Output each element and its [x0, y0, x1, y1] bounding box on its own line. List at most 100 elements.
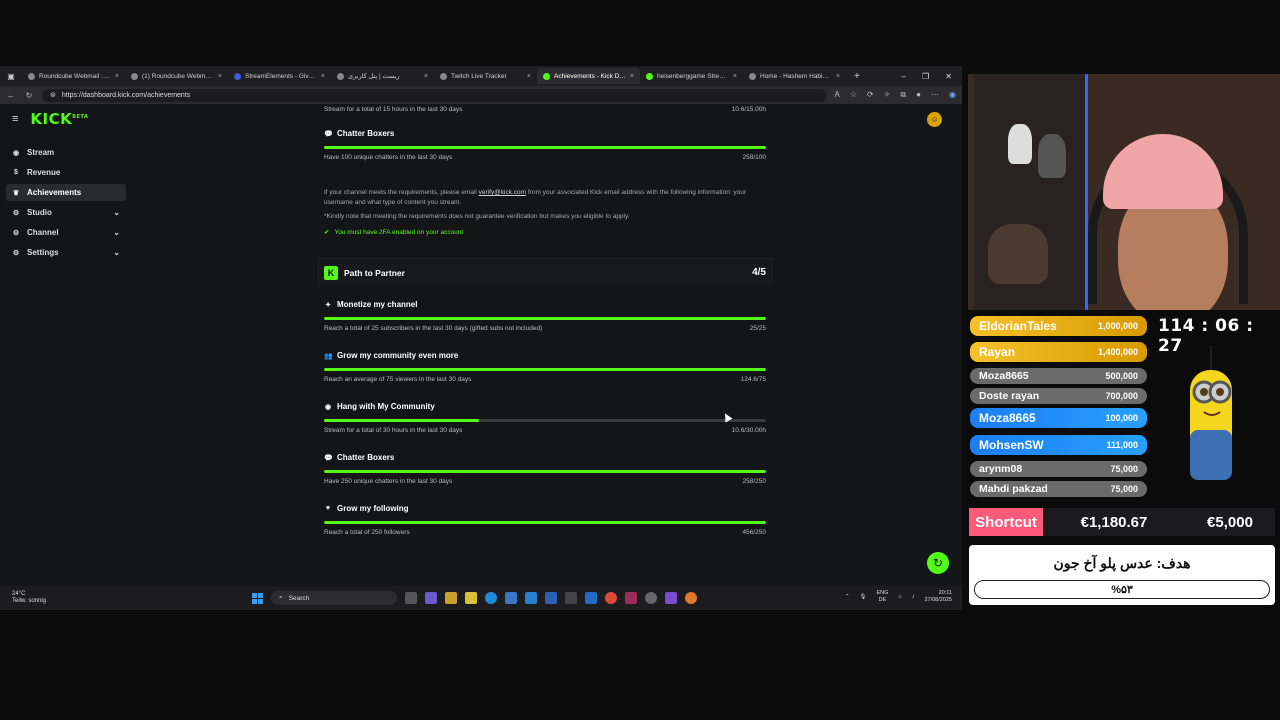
- progress-bar: [324, 470, 766, 473]
- copilot-icon[interactable]: ◉: [949, 90, 956, 100]
- tab-title: Roundcube Webmail :: Inbo: [39, 72, 111, 80]
- browser-tab[interactable]: (1) Roundcube Webmail :: I ×: [125, 68, 228, 84]
- favorites-icon[interactable]: ✧: [884, 90, 891, 100]
- obs-icon[interactable]: [645, 592, 657, 604]
- close-tab-icon[interactable]: ×: [630, 73, 634, 80]
- progress-fill: [324, 470, 766, 473]
- app-icon[interactable]: [505, 592, 517, 604]
- browser-window: ▣ Roundcube Webmail :: Inbo×(1) Roundcub…: [0, 66, 962, 586]
- terminal-icon[interactable]: [565, 592, 577, 604]
- collections-icon[interactable]: ⧉: [900, 90, 906, 100]
- teams-icon[interactable]: [425, 592, 437, 604]
- maximize-icon[interactable]: ❐: [922, 72, 929, 81]
- new-tab-button[interactable]: +: [846, 71, 868, 82]
- chevron-down-icon[interactable]: ⌄: [113, 248, 120, 257]
- url-text: https://dashboard.kick.com/achievements: [61, 91, 191, 99]
- donor-name: Doste rayan: [979, 390, 1040, 402]
- browser-tab[interactable]: heisenberggame Stream - Y ×: [640, 68, 743, 84]
- mic-icon[interactable]: 🎙: [859, 594, 866, 601]
- read-aloud-icon[interactable]: A: [835, 90, 840, 100]
- extensions-icon[interactable]: ⟳: [867, 90, 874, 100]
- browser-tab[interactable]: Roundcube Webmail :: Inbo ×: [22, 68, 125, 84]
- favorite-star-icon[interactable]: ☆: [850, 90, 857, 100]
- achievement-progress: 10.6/15.00h: [731, 106, 766, 113]
- weather-widget[interactable]: 24°C Teilw. sonnig: [0, 591, 46, 605]
- partner-achievement: ◉ Hang with My Community Stream for a tota…: [317, 402, 773, 434]
- user-avatar[interactable]: ☺: [927, 112, 942, 127]
- chevron-down-icon[interactable]: ⌄: [113, 208, 120, 217]
- browser-tab[interactable]: Home - Hashem Habibian ×: [743, 68, 846, 84]
- browser-tab[interactable]: ریست | پنل کاربری ×: [331, 68, 434, 84]
- close-window-icon[interactable]: ✕: [945, 72, 952, 81]
- back-icon[interactable]: ←: [6, 91, 16, 100]
- file-explorer-icon[interactable]: [445, 592, 457, 604]
- check-icon: ✔: [324, 229, 330, 236]
- menu-icon[interactable]: ≡: [12, 113, 18, 125]
- sparkle-icon: ✦: [325, 301, 331, 309]
- shortcut-label: Shortcut: [969, 508, 1043, 536]
- refresh-button[interactable]: ↻: [927, 552, 949, 574]
- windows-start-icon[interactable]: [252, 592, 263, 604]
- achievement-progress: 10.6/30.00h: [731, 427, 766, 434]
- firefox-icon[interactable]: [685, 592, 697, 604]
- more-menu-icon[interactable]: ⋯: [931, 90, 939, 100]
- edge-icon[interactable]: [485, 592, 497, 604]
- progress-bar: [324, 368, 766, 371]
- achievement-progress: 25/25: [749, 325, 766, 332]
- language-indicator[interactable]: ENG DE: [876, 590, 888, 604]
- achievement-desc: Reach a total of 25 subscribers in the l…: [324, 325, 543, 332]
- sidebar-item-channel[interactable]: ⚙ Channel ⌄: [6, 224, 126, 241]
- task-view-icon[interactable]: [405, 592, 417, 604]
- chevron-down-icon[interactable]: ⌄: [113, 228, 120, 237]
- tab-title: ریست | پنل کاربری: [348, 73, 400, 80]
- tray-chevron-icon[interactable]: ⌃: [845, 594, 850, 601]
- progress-bar: [324, 317, 766, 320]
- shortcut-goal: €5,000: [1185, 508, 1275, 536]
- sidebar-item-settings[interactable]: ⚙ Settings ⌄: [6, 244, 126, 261]
- reload-icon[interactable]: ↻: [24, 91, 34, 100]
- sidebar-item-stream[interactable]: ◉ Stream: [6, 144, 126, 161]
- achievement-progress: 258/100: [742, 154, 767, 161]
- partner-achievement: ✦ Monetize my channel Reach a total of 25 …: [317, 300, 773, 332]
- shortcut-current: €1,180.67: [1043, 508, 1185, 536]
- progress-fill: [324, 419, 479, 422]
- close-tab-icon[interactable]: ×: [424, 73, 428, 80]
- volume-icon[interactable]: ♪: [912, 594, 915, 601]
- clock[interactable]: 20:11 27/08/2025: [924, 590, 952, 604]
- browser-tab[interactable]: Achievements - Kick Dashb ×: [537, 68, 640, 84]
- progress-fill: [324, 368, 766, 371]
- close-tab-icon[interactable]: ×: [115, 73, 119, 80]
- globe-icon: [440, 72, 447, 80]
- browser-tab[interactable]: Twitch Live Tracker ×: [434, 68, 537, 84]
- close-tab-icon[interactable]: ×: [321, 73, 325, 80]
- chrome-icon[interactable]: [605, 592, 617, 604]
- discord-icon[interactable]: [665, 592, 677, 604]
- store-icon[interactable]: [465, 592, 477, 604]
- taskbar-search[interactable]: ⌕ Search: [271, 591, 397, 605]
- remote-icon[interactable]: [545, 592, 557, 604]
- browser-tab[interactable]: StreamElements - Giveaway ×: [228, 68, 331, 84]
- kick-logo[interactable]: KICKBETA: [30, 110, 88, 128]
- tab-strip: ▣ Roundcube Webmail :: Inbo×(1) Roundcub…: [0, 66, 962, 86]
- close-tab-icon[interactable]: ×: [733, 73, 737, 80]
- verify-email-link[interactable]: verify@kick.com: [479, 189, 526, 196]
- sidebar-item-revenue[interactable]: $ Revenue: [6, 164, 126, 181]
- outlook-icon[interactable]: [525, 592, 537, 604]
- minimize-icon[interactable]: –: [902, 72, 906, 81]
- rider-icon[interactable]: [625, 592, 637, 604]
- close-tab-icon[interactable]: ×: [218, 73, 222, 80]
- donor-name: Moza8665: [979, 370, 1029, 382]
- close-tab-icon[interactable]: ×: [836, 73, 840, 80]
- site-info-icon[interactable]: ⊜: [50, 91, 56, 99]
- url-field[interactable]: ⊜ https://dashboard.kick.com/achievement…: [42, 88, 827, 102]
- close-tab-icon[interactable]: ×: [527, 73, 531, 80]
- tab-actions-icon[interactable]: ▣: [0, 72, 22, 81]
- donor-entry: Moza8665 500,000: [970, 368, 1147, 384]
- progress-fill: [324, 521, 766, 524]
- roundcube-icon: [131, 72, 138, 80]
- sidebar-item-studio[interactable]: ⚙ Studio ⌄: [6, 204, 126, 221]
- vscode-icon[interactable]: [585, 592, 597, 604]
- sidebar-item-achievements[interactable]: ♛ Achievements: [6, 184, 126, 201]
- network-icon[interactable]: ⌂: [898, 594, 901, 601]
- profile-icon[interactable]: ●: [916, 90, 921, 100]
